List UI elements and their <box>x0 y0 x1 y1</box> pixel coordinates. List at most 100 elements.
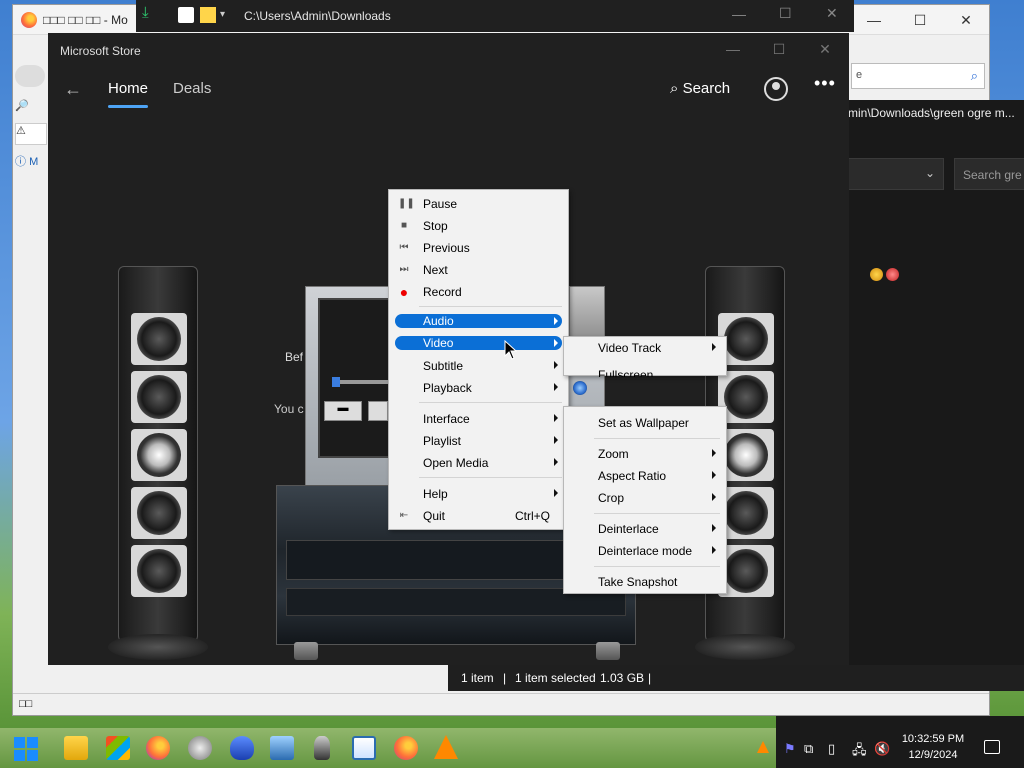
menu-item-set-as-wallpaper[interactable]: Set as Wallpaper <box>564 412 726 434</box>
clock-time: 10:32:59 PM <box>901 733 965 745</box>
explorer-path: C:\Users\Admin\Downloads <box>244 9 391 23</box>
menu-item-playlist[interactable]: Playlist <box>389 430 568 452</box>
menu-item-fullscreen[interactable]: Fullscreen <box>564 367 726 377</box>
store-search-button[interactable]: ⌕ Search <box>670 80 730 97</box>
firefox-icon[interactable] <box>146 736 170 760</box>
usb-icon[interactable]: ▯ <box>828 741 835 757</box>
explorer2-title: min\Downloads\green ogre m... <box>848 106 1015 120</box>
menu-item-label: Interface <box>423 412 470 426</box>
explorer-minimize-button[interactable]: — <box>732 6 746 22</box>
menu-item-label: Previous <box>423 241 470 255</box>
photos-icon[interactable] <box>270 736 294 760</box>
quit-icon: ⇤ <box>399 510 409 521</box>
task-view-icon[interactable]: ⧉ <box>804 741 813 757</box>
more-options-icon[interactable]: ••• <box>814 73 836 94</box>
submenu-arrow-icon <box>554 458 558 466</box>
menu-item-previous[interactable]: ⏮ Previous <box>389 237 568 259</box>
skin-button[interactable] <box>368 401 388 421</box>
volume-muted-icon[interactable]: 🔇 <box>874 741 890 757</box>
back-arrow-icon[interactable]: ← <box>64 79 82 100</box>
tab-deals[interactable]: Deals <box>173 80 211 97</box>
firefox-minimize-button[interactable]: — <box>851 5 897 35</box>
info-icon: ⓘ M <box>15 156 39 168</box>
tray-app-icon[interactable]: ⚑ <box>784 741 796 757</box>
mouse-cursor-icon <box>504 340 518 360</box>
network-icon[interactable]: 🖧 <box>852 741 867 763</box>
menu-item-open-media[interactable]: Open Media <box>389 452 568 474</box>
menu-item-interface[interactable]: Interface <box>389 408 568 430</box>
start-button[interactable] <box>14 737 38 761</box>
search-icon[interactable]: ⌕ <box>971 68 978 84</box>
menu-item-pause[interactable]: ❚❚ Pause <box>389 193 568 215</box>
firefox-close-button[interactable]: ✕ <box>943 5 989 35</box>
vlc-context-menu: ❚❚ Pause ■ Stop ⏮ Previous ⏭ Next ● Reco… <box>388 189 569 530</box>
menu-item-label: Subtitle <box>423 359 464 373</box>
menu-item-aspect-ratio[interactable]: Aspect Ratio <box>564 465 726 487</box>
menu-item-next[interactable]: ⏭ Next <box>389 259 568 281</box>
avatar[interactable] <box>764 77 788 101</box>
explorer-maximize-button[interactable]: ☐ <box>779 5 792 22</box>
menu-item-video[interactable]: Video <box>389 333 568 355</box>
vlc-icon[interactable] <box>434 735 458 759</box>
app-drop-icon[interactable] <box>230 736 254 760</box>
seek-slider[interactable] <box>332 377 392 387</box>
next-icon: ⏭ <box>399 264 409 275</box>
chess-icon[interactable] <box>314 736 330 760</box>
download-icon[interactable]: ⤓ <box>142 4 158 21</box>
menu-item-subtitle[interactable]: Subtitle <box>389 355 568 377</box>
store-minimize-button[interactable]: — <box>710 33 756 65</box>
explorer2-file-icons[interactable] <box>870 268 902 284</box>
firefox-search-box[interactable]: e ⌕ <box>851 63 985 89</box>
record-icon: ● <box>399 284 409 300</box>
menu-item-take-snapshot[interactable]: Take Snapshot <box>564 571 726 593</box>
menu-item-audio[interactable]: Audio <box>389 311 568 333</box>
menu-item-zoom[interactable]: Zoom <box>564 443 726 465</box>
menu-item-playback[interactable]: Playback <box>389 377 568 399</box>
file-icon[interactable] <box>870 268 883 281</box>
menu-item-label: Deinterlace <box>598 522 659 536</box>
new-folder-icon[interactable] <box>200 7 216 23</box>
store-maximize-button[interactable]: ☐ <box>756 33 802 65</box>
playlist-button[interactable]: ▬ <box>324 401 362 421</box>
chevron-down-icon[interactable]: ⌄ <box>925 166 935 180</box>
document-icon[interactable] <box>352 736 376 760</box>
menu-item-stop[interactable]: ■ Stop <box>389 215 568 237</box>
submenu-arrow-icon <box>712 546 716 554</box>
menu-item-help[interactable]: Help <box>389 483 568 505</box>
info-label: M <box>29 156 39 168</box>
notification-icon[interactable] <box>984 740 1000 754</box>
back-icon[interactable] <box>15 65 45 87</box>
menu-item-label: Deinterlace mode <box>598 544 693 558</box>
system-clock[interactable]: 10:32:59 PM 12/9/2024 <box>892 731 974 763</box>
firefox-maximize-button[interactable]: ☐ <box>897 5 943 35</box>
speaker-cone <box>131 371 187 423</box>
menu-item-label: Pause <box>423 197 458 211</box>
menu-item-record[interactable]: ● Record <box>389 281 568 303</box>
toolbar-icon[interactable]: 🔎 <box>15 99 47 121</box>
menu-item-crop[interactable]: Crop <box>564 487 726 509</box>
properties-icon[interactable] <box>178 7 194 23</box>
player-foot <box>294 642 318 660</box>
selected-count: 1 item selected <box>515 671 596 685</box>
menu-item-quit[interactable]: ⇤ Quit Ctrl+Q <box>389 505 568 527</box>
file-explorer-icon[interactable] <box>64 736 88 760</box>
firefox-icon-2[interactable] <box>394 736 418 760</box>
menu-item-video-track[interactable]: Video Track <box>564 337 726 359</box>
menu-item-deinterlace[interactable]: Deinterlace <box>564 518 726 540</box>
store-body-text-1: Bef <box>285 350 304 364</box>
vlc-tray-icon[interactable] <box>757 741 769 753</box>
explorer2-address-bar[interactable]: ⌄ <box>848 158 944 190</box>
settings-gear-icon[interactable] <box>188 736 212 760</box>
speaker-cone <box>131 313 187 365</box>
store-close-button[interactable]: ✕ <box>802 33 848 65</box>
explorer-close-button[interactable]: ✕ <box>826 5 838 22</box>
menu-item-label: Playlist <box>423 434 462 448</box>
customize-icon[interactable]: ▾ <box>220 9 236 25</box>
tab-home[interactable]: Home <box>108 80 148 97</box>
store-icon[interactable] <box>106 736 130 760</box>
menu-item-deinterlace-mode[interactable]: Deinterlace mode <box>564 540 726 562</box>
menu-item-label: Playback <box>423 381 472 395</box>
firefox-tab-title[interactable]: □□□ □□ □□ - Mo <box>43 13 128 27</box>
explorer2-search[interactable]: Search gre <box>954 158 1024 190</box>
file-icon[interactable] <box>886 268 899 281</box>
